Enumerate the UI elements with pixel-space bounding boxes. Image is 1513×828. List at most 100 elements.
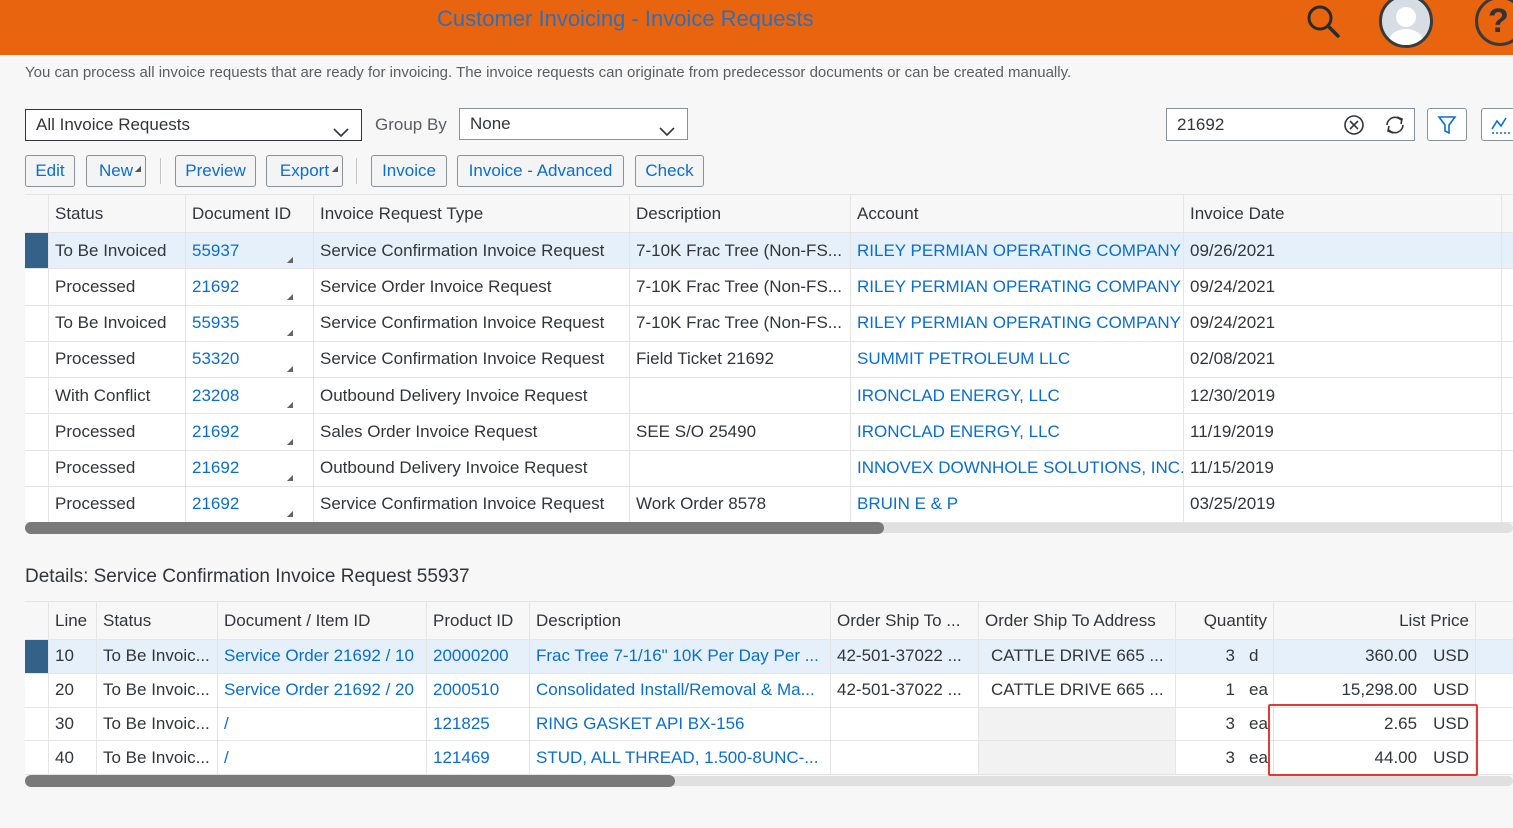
account-link[interactable]: RILEY PERMIAN OPERATING COMPANY	[857, 313, 1181, 333]
column-header-line[interactable]: Line	[49, 602, 97, 639]
row-selected-marker	[25, 233, 48, 269]
description-cell: Consolidated Install/Removal & Ma...	[530, 673, 831, 707]
column-header-quantity[interactable]: Quantity	[1176, 602, 1274, 639]
account-link[interactable]: IRONCLAD ENERGY, LLC	[857, 422, 1060, 442]
row-selector[interactable]	[25, 486, 49, 522]
search-icon[interactable]	[1303, 2, 1343, 42]
column-header-list-price[interactable]: List Price	[1274, 602, 1476, 639]
invoice-button[interactable]: Invoice	[371, 155, 447, 187]
invoice-date-cell: 09/26/2021	[1184, 233, 1502, 269]
document-item-link[interactable]: /	[224, 714, 229, 734]
invoice-date-cell: 12/30/2019	[1184, 378, 1502, 414]
table-row[interactable]: To Be Invoiced 55937 ◢ Service Confirmation…	[25, 233, 1513, 270]
document-id-link[interactable]: 21692	[192, 494, 239, 514]
column-header-description[interactable]: Description	[630, 195, 851, 232]
invoice-date-cell: 11/15/2019	[1184, 450, 1502, 486]
navigation-indicator-icon: ◢	[286, 400, 293, 410]
column-header-status[interactable]: Status	[49, 195, 186, 232]
new-button[interactable]: New ◢	[86, 155, 146, 187]
account-cell: SUMMIT PETROLEUM LLC	[851, 341, 1184, 377]
document-id-link[interactable]: 23208	[192, 386, 239, 406]
table-row[interactable]: Processed 53320 ◢ Service Confirmation Invo…	[25, 341, 1513, 378]
export-button[interactable]: Export ◢	[266, 155, 343, 187]
row-selector[interactable]	[25, 378, 49, 414]
row-selector[interactable]	[25, 269, 49, 305]
row-selector[interactable]	[25, 640, 49, 673]
document-id-link[interactable]: 55937	[192, 241, 239, 261]
edit-button[interactable]: Edit	[25, 155, 75, 187]
account-link[interactable]: RILEY PERMIAN OPERATING COMPANY	[857, 277, 1181, 297]
account-link[interactable]: BRUIN E & P	[857, 494, 958, 514]
view-select[interactable]: All Invoice Requests	[25, 109, 362, 141]
table-row[interactable]: With Conflict 23208 ◢ Outbound Delivery Inv…	[25, 378, 1513, 415]
main-table-scrollbar-thumb[interactable]	[25, 522, 884, 534]
row-selector[interactable]	[25, 233, 49, 269]
table-row[interactable]: Processed 21692 ◢ Service Confirmation Invo…	[25, 486, 1513, 523]
row-selector[interactable]	[25, 341, 49, 377]
chart-settings-button[interactable]	[1481, 108, 1513, 141]
ship-to-cell: 42-501-37022 ...	[831, 673, 979, 707]
table-row[interactable]: To Be Invoiced 55935 ◢ Service Confirmation…	[25, 305, 1513, 342]
row-selector[interactable]	[25, 414, 49, 450]
help-icon[interactable]: ?	[1475, 0, 1513, 46]
column-header-account[interactable]: Account	[851, 195, 1184, 232]
account-link[interactable]: SUMMIT PETROLEUM LLC	[857, 349, 1070, 369]
column-header-order-ship-to-address[interactable]: Order Ship To Address	[979, 602, 1176, 639]
product-id-link[interactable]: 121469	[433, 748, 490, 768]
app-title: Customer Invoicing - Invoice Requests	[437, 6, 814, 31]
document-id-link[interactable]: 21692	[192, 422, 239, 442]
document-item-link[interactable]: Service Order 21692 / 10	[224, 646, 414, 666]
check-button[interactable]: Check	[635, 155, 704, 187]
product-id-link[interactable]: 2000510	[433, 680, 499, 700]
invoice-requests-table: Status Document ID Invoice Request Type …	[25, 194, 1513, 523]
filter-button[interactable]	[1427, 108, 1467, 141]
group-by-value: None	[470, 114, 511, 133]
document-item-link[interactable]: Service Order 21692 / 20	[224, 680, 414, 700]
account-link[interactable]: RILEY PERMIAN OPERATING COMPANY	[857, 241, 1181, 261]
document-id-link[interactable]: 55935	[192, 313, 239, 333]
row-selector[interactable]	[25, 741, 49, 774]
group-by-select[interactable]: None	[459, 108, 688, 140]
column-header-status[interactable]: Status	[97, 602, 218, 639]
search-input[interactable]: 21692	[1166, 108, 1415, 141]
product-id-cell: 121469	[427, 741, 530, 774]
description-link[interactable]: RING GASKET API BX-156	[536, 714, 745, 734]
status-cell: With Conflict	[49, 378, 186, 414]
account-link[interactable]: IRONCLAD ENERGY, LLC	[857, 386, 1060, 406]
description-link[interactable]: STUD, ALL THREAD, 1.500-8UNC-...	[536, 748, 818, 768]
column-header-document-item-id[interactable]: Document / Item ID	[218, 602, 427, 639]
document-id-link[interactable]: 53320	[192, 349, 239, 369]
table-row[interactable]: Processed 21692 ◢ Outbound Delivery Invoice…	[25, 450, 1513, 487]
column-header-document-id[interactable]: Document ID	[186, 195, 314, 232]
table-row[interactable]: Processed 21692 ◢ Sales Order Invoice Reque…	[25, 414, 1513, 451]
product-id-cell: 2000510	[427, 673, 530, 707]
row-selector[interactable]	[25, 450, 49, 486]
refresh-icon[interactable]	[1383, 113, 1407, 137]
description-cell: Field Ticket 21692	[630, 341, 851, 377]
details-scrollbar-thumb[interactable]	[25, 775, 675, 787]
clear-icon[interactable]	[1343, 114, 1365, 136]
column-header-order-ship-to[interactable]: Order Ship To ...	[831, 602, 979, 639]
document-item-link[interactable]: /	[224, 748, 229, 768]
row-selector[interactable]	[25, 707, 49, 741]
detail-row[interactable]: 10 To Be Invoic... Service Order 21692 / 1…	[25, 640, 1513, 674]
row-selector[interactable]	[25, 305, 49, 341]
column-header-description[interactable]: Description	[530, 602, 831, 639]
column-header-type[interactable]: Invoice Request Type	[314, 195, 630, 232]
description-link[interactable]: Frac Tree 7-1/16" 10K Per Day Per ...	[536, 646, 819, 666]
table-row[interactable]: Processed 21692 ◢ Service Order Invoice Req…	[25, 269, 1513, 306]
document-id-link[interactable]: 21692	[192, 458, 239, 478]
product-id-cell: 121825	[427, 707, 530, 741]
column-header-invoice-date[interactable]: Invoice Date	[1184, 195, 1502, 232]
detail-row[interactable]: 20 To Be Invoic... Service Order 21692 / 2…	[25, 673, 1513, 708]
user-avatar-icon[interactable]	[1379, 0, 1433, 48]
column-header-product-id[interactable]: Product ID	[427, 602, 530, 639]
invoice-advanced-button[interactable]: Invoice - Advanced	[457, 155, 624, 187]
product-id-link[interactable]: 20000200	[433, 646, 509, 666]
preview-button[interactable]: Preview	[175, 155, 256, 187]
description-link[interactable]: Consolidated Install/Removal & Ma...	[536, 680, 815, 700]
row-selector[interactable]	[25, 673, 49, 707]
document-id-link[interactable]: 21692	[192, 277, 239, 297]
account-link[interactable]: INNOVEX DOWNHOLE SOLUTIONS, INC.	[857, 458, 1183, 478]
product-id-link[interactable]: 121825	[433, 714, 490, 734]
